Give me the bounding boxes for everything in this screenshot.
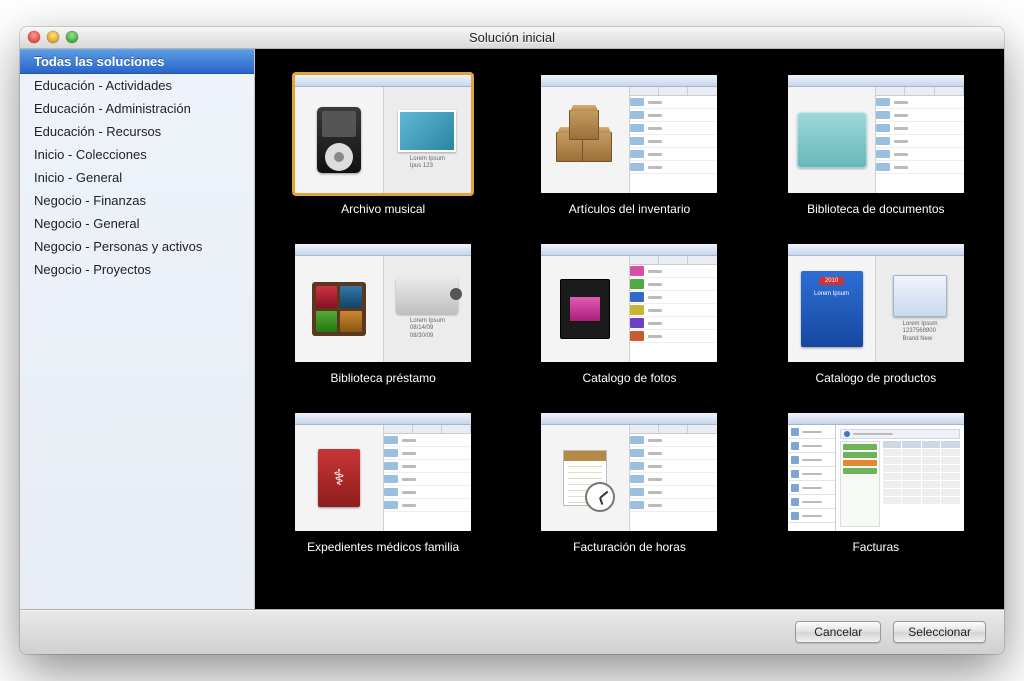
close-icon[interactable] (28, 31, 40, 43)
template-label: Catalogo de fotos (582, 371, 676, 385)
template-label: Facturas (852, 540, 899, 554)
template-item[interactable]: Catalogo de fotos (531, 244, 727, 385)
template-thumbnail: Lorem Ipsum08/14/0908/30/09 (295, 244, 471, 362)
product-box-icon (893, 275, 947, 317)
template-label: Artículos del inventario (569, 202, 690, 216)
template-item[interactable]: Lorem Ipsum08/14/0908/30/09 Biblioteca p… (285, 244, 481, 385)
invoice-icon (836, 425, 964, 531)
template-label: Expedientes médicos familia (307, 540, 459, 554)
content-area: Todas las solucionesEducación - Activida… (20, 49, 1004, 609)
bookshelf-icon (312, 282, 366, 336)
template-item[interactable]: ⚕ Expedientes médicos familia (285, 413, 481, 554)
medical-book-icon: ⚕ (318, 449, 360, 507)
template-thumbnail (541, 244, 717, 362)
template-label: Facturación de horas (573, 540, 686, 554)
timesheet-icon (563, 450, 607, 506)
window-title: Solución inicial (20, 30, 1004, 45)
template-item[interactable]: Lorem IpsumIpus 123 Archivo musical (285, 75, 481, 216)
footer: Cancelar Seleccionar (20, 609, 1004, 654)
template-thumbnail (541, 413, 717, 531)
template-thumbnail: 2010Lorem Ipsum Lorem Ipsum1237568900Bra… (788, 244, 964, 362)
folder-icon (797, 112, 867, 168)
template-label: Catalogo de productos (815, 371, 936, 385)
template-grid-area: Lorem IpsumIpus 123 Archivo musical Artí… (255, 49, 1004, 609)
template-thumbnail (788, 75, 964, 193)
template-label: Biblioteca préstamo (330, 371, 435, 385)
sidebar-item[interactable]: Educación - Recursos (20, 120, 254, 143)
template-thumbnail (788, 413, 964, 531)
template-thumbnail: ⚕ (295, 413, 471, 531)
traffic-lights (28, 31, 78, 43)
minimize-icon[interactable] (47, 31, 59, 43)
template-item[interactable]: Biblioteca de documentos (778, 75, 974, 216)
ipod-icon (317, 107, 361, 173)
dialog-window: Solución inicial Todas las solucionesEdu… (20, 27, 1004, 654)
sidebar: Todas las solucionesEducación - Activida… (20, 49, 255, 609)
template-label: Biblioteca de documentos (807, 202, 944, 216)
zoom-icon[interactable] (66, 31, 78, 43)
photo-album-icon (560, 279, 610, 339)
album-art-icon (398, 110, 456, 152)
template-label: Archivo musical (341, 202, 425, 216)
template-grid: Lorem IpsumIpus 123 Archivo musical Artí… (285, 75, 974, 554)
select-button[interactable]: Seleccionar (893, 621, 986, 643)
titlebar: Solución inicial (20, 27, 1004, 49)
sidebar-item[interactable]: Negocio - Finanzas (20, 189, 254, 212)
sidebar-item[interactable]: Negocio - General (20, 212, 254, 235)
sidebar-item[interactable]: Negocio - Personas y activos (20, 235, 254, 258)
template-item[interactable]: 2010Lorem Ipsum Lorem Ipsum1237568900Bra… (778, 244, 974, 385)
template-item[interactable]: Artículos del inventario (531, 75, 727, 216)
sidebar-item[interactable]: Inicio - Colecciones (20, 143, 254, 166)
caduceus-icon: ⚕ (333, 465, 345, 491)
template-item[interactable]: Facturación de horas (531, 413, 727, 554)
catalog-card-icon: 2010Lorem Ipsum (801, 271, 863, 347)
sidebar-item[interactable]: Inicio - General (20, 166, 254, 189)
sidebar-item[interactable]: Educación - Administración (20, 97, 254, 120)
projector-icon (396, 278, 458, 314)
cancel-button[interactable]: Cancelar (795, 621, 881, 643)
template-item[interactable]: Facturas (778, 413, 974, 554)
clock-icon (585, 482, 615, 512)
template-thumbnail: Lorem IpsumIpus 123 (295, 75, 471, 193)
boxes-icon (552, 110, 618, 170)
sidebar-item[interactable]: Negocio - Proyectos (20, 258, 254, 281)
sidebar-item[interactable]: Todas las soluciones (20, 49, 254, 74)
template-thumbnail (541, 75, 717, 193)
sidebar-item[interactable]: Educación - Actividades (20, 74, 254, 97)
